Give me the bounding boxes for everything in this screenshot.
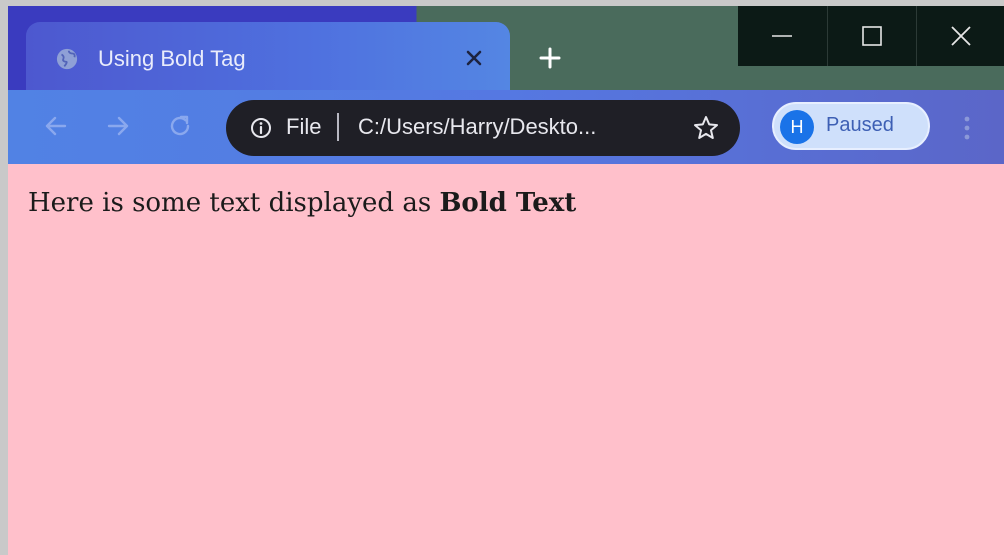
address-bar[interactable]: File C:/Users/Harry/Deskto... (226, 100, 740, 156)
kebab-menu-icon (964, 116, 970, 140)
reload-button[interactable] (162, 108, 198, 144)
tab-strip: Using Bold Tag (8, 6, 1004, 94)
page-bold-text: Bold Text (439, 188, 577, 218)
plus-icon (539, 47, 561, 69)
star-icon[interactable] (692, 114, 720, 142)
address-separator (337, 113, 339, 141)
browser-window: Using Bold Tag File C:/Users/Harry/Deskt… (8, 6, 1004, 555)
browser-toolbar: File C:/Users/Harry/Deskto... H Paused (8, 90, 1004, 164)
maximize-button[interactable] (827, 6, 916, 66)
info-icon[interactable] (250, 117, 272, 139)
tab-title: Using Bold Tag (98, 46, 246, 71)
address-scheme-label: File (286, 114, 322, 139)
page-paragraph: Here is some text displayed as Bold Text (28, 188, 576, 218)
reload-icon (170, 115, 190, 136)
close-icon (466, 50, 482, 66)
minimize-button[interactable] (738, 6, 826, 66)
forward-button[interactable] (100, 108, 136, 144)
window-close-button[interactable] (916, 6, 1004, 66)
profile-status-label: Paused (826, 114, 894, 136)
back-button[interactable] (38, 108, 74, 144)
minimize-icon (772, 35, 792, 37)
page-viewport: Here is some text displayed as Bold Text (8, 164, 1004, 555)
close-icon (951, 26, 971, 46)
arrow-right-icon (107, 116, 129, 136)
tab-close-button[interactable] (458, 42, 490, 74)
page-text: Here is some text displayed as (28, 188, 440, 218)
avatar: H (780, 110, 814, 144)
address-url[interactable]: C:/Users/Harry/Deskto... (358, 114, 596, 140)
tab-active[interactable]: Using Bold Tag (26, 22, 510, 94)
globe-icon (56, 48, 78, 70)
window-controls (738, 6, 1004, 66)
profile-button[interactable]: H Paused (772, 102, 930, 150)
browser-menu-button[interactable] (952, 110, 982, 146)
maximize-icon (862, 26, 882, 46)
new-tab-button[interactable] (532, 40, 568, 76)
arrow-left-icon (45, 116, 67, 136)
